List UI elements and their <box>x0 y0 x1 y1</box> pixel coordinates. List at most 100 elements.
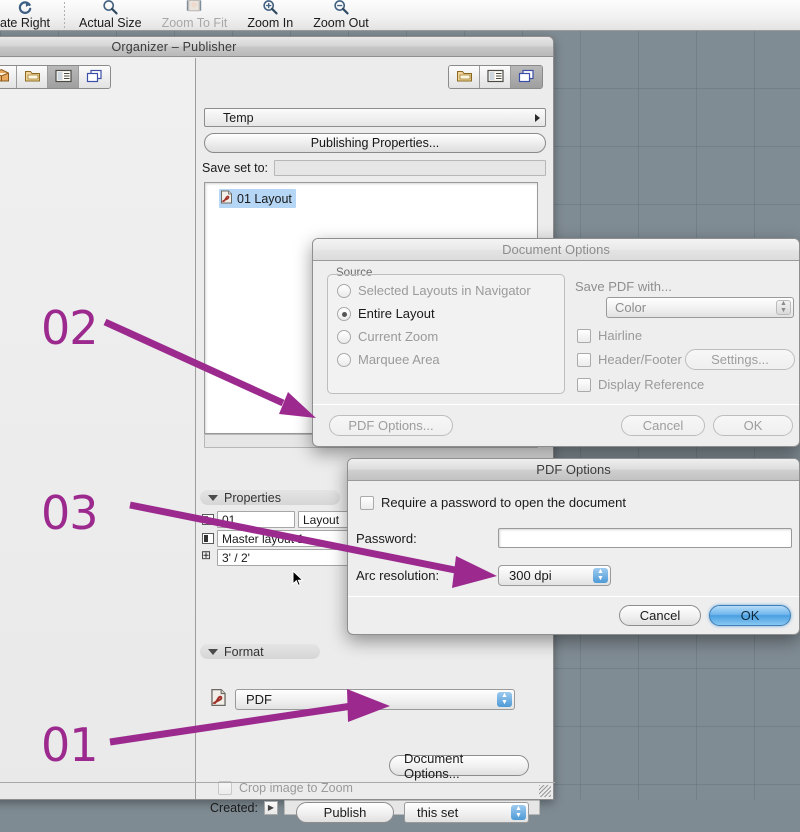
display-reference-checkbox[interactable] <box>577 377 591 392</box>
document-options-footer-divider <box>313 404 799 405</box>
header-footer-label: Header/Footer <box>598 352 682 367</box>
document-options-ok-button[interactable]: OK <box>713 415 793 436</box>
toolbar-button-actual-size[interactable]: Actual Size <box>69 0 152 30</box>
left-view-mode-segments[interactable] <box>0 65 111 89</box>
publish-scope-select[interactable]: this set ▲ ▼ <box>404 801 529 823</box>
color-select-visible[interactable]: Color ▲ ▼ <box>606 297 794 318</box>
arc-resolution-stepper[interactable]: ▲ ▼ <box>593 568 608 583</box>
radio-circle-current-zoom[interactable] <box>337 329 351 344</box>
properties-disclosure[interactable]: Properties <box>200 490 340 505</box>
list-item-label: 01 Layout <box>237 191 292 206</box>
display-reference-label: Display Reference <box>598 377 705 392</box>
organizer-left-pane: hortcut >>> ettings... <box>0 58 196 799</box>
stepper-up-icon: ▲ <box>501 691 508 699</box>
format-select-stepper[interactable]: ▲ ▼ <box>497 691 512 707</box>
segment-layers[interactable] <box>79 66 110 88</box>
magnifier-plus-icon <box>257 0 283 16</box>
color-select-value: Color <box>615 300 647 315</box>
property-kind-text: Layout <box>303 512 340 527</box>
hairline-checkbox[interactable] <box>577 328 591 343</box>
property-id-text: 01 <box>222 512 236 527</box>
pdf-file-icon-format <box>210 688 227 710</box>
segment-folder-right[interactable] <box>449 66 480 88</box>
document-options-titlebar[interactable]: Document Options <box>313 239 799 261</box>
document-options-cancel-button[interactable]: Cancel <box>621 415 705 436</box>
document-options-title: Document Options <box>502 242 610 257</box>
document-options-ok-label: OK <box>743 418 763 433</box>
radio-current-zoom[interactable]: Current Zoom <box>337 329 531 344</box>
toolbar-label-zoom-out: Zoom Out <box>313 16 369 30</box>
settings-button-label: Settings... <box>711 352 769 367</box>
color-select-stepper[interactable]: ▲ ▼ <box>776 300 791 315</box>
triangle-down-icon-format <box>208 648 218 655</box>
property-value-id[interactable]: 01 <box>217 511 295 528</box>
checkbox-hairline[interactable]: Hairline <box>577 328 642 343</box>
window-resize-grip[interactable] <box>539 785 551 797</box>
publish-scope-stepper[interactable]: ▲ ▼ <box>511 804 526 820</box>
format-header-label: Format <box>224 644 264 659</box>
document-options-button[interactable]: Document Options... <box>389 751 529 781</box>
segment-archive[interactable] <box>0 66 17 88</box>
layout-panel-icon <box>54 69 72 86</box>
list-item[interactable]: 01 Layout <box>219 189 296 208</box>
segment-folder[interactable] <box>17 66 48 88</box>
header-footer-checkbox[interactable] <box>577 352 591 367</box>
radio-label-current-zoom: Current Zoom <box>358 329 439 344</box>
radio-label-selected-layouts: Selected Layouts in Navigator <box>358 283 531 298</box>
property-size-text: 3' / 2' <box>222 550 250 565</box>
set-popup[interactable]: Temp <box>204 108 546 127</box>
toolbar-label-actual-size: Actual Size <box>79 16 142 30</box>
toolbar-button-rotate-right[interactable]: ate Right <box>0 0 60 30</box>
arc-resolution-select[interactable]: 300 dpi ▲ ▼ <box>498 565 611 586</box>
folder-icon-right <box>456 68 473 86</box>
archive-box-icon <box>0 68 10 86</box>
triangle-down-icon-properties <box>208 494 218 501</box>
settings-button-visible[interactable]: Settings... <box>685 349 795 370</box>
format-row: PDF ▲ ▼ <box>210 688 515 710</box>
require-password-checkbox[interactable] <box>360 495 374 510</box>
stepper-down-icon-color: ▼ <box>780 307 787 314</box>
pdf-options-button[interactable]: PDF Options... <box>329 415 453 436</box>
radio-circle-marquee-area[interactable] <box>337 352 351 367</box>
radio-circle-entire-layout[interactable] <box>337 306 351 321</box>
pdf-options-button-label: PDF Options... <box>348 418 434 433</box>
left-pane-bottom-divider <box>0 782 196 783</box>
source-options: Selected Layouts in Navigator Entire Lay… <box>337 283 531 367</box>
pdf-options-cancel-label: Cancel <box>639 608 681 623</box>
segment-layers-right[interactable] <box>511 66 542 88</box>
toolbar-button-zoom-out[interactable]: Zoom Out <box>303 0 379 30</box>
checkbox-display-reference[interactable]: Display Reference <box>577 377 704 392</box>
pdf-options-ok-label: OK <box>740 608 760 623</box>
password-input[interactable] <box>498 528 792 548</box>
segment-layout-panel-right[interactable] <box>480 66 511 88</box>
document-options-cancel-label: Cancel <box>642 418 684 433</box>
format-disclosure[interactable]: Format <box>200 644 320 659</box>
layout-icon <box>202 514 214 525</box>
format-select[interactable]: PDF ▲ ▼ <box>235 688 515 710</box>
segment-layout-panel[interactable] <box>48 66 79 88</box>
checkbox-header-footer[interactable]: Header/Footer <box>577 352 682 367</box>
require-password-row[interactable]: Require a password to open the document <box>360 495 626 510</box>
right-view-mode-segments[interactable] <box>448 65 543 89</box>
toolbar-button-zoom-in[interactable]: Zoom In <box>237 0 303 30</box>
rotate-right-icon <box>12 0 38 16</box>
pdf-options-ok-button[interactable]: OK <box>709 605 791 626</box>
radio-entire-layout[interactable]: Entire Layout <box>337 306 531 321</box>
pdf-options-cancel-button[interactable]: Cancel <box>619 605 701 626</box>
right-pane-bottom-divider <box>196 782 555 783</box>
radio-marquee-area[interactable]: Marquee Area <box>337 352 531 367</box>
radio-label-entire-layout: Entire Layout <box>358 306 435 321</box>
radio-circle-selected-layouts[interactable] <box>337 283 351 298</box>
pdf-options-titlebar[interactable]: PDF Options <box>348 459 799 481</box>
publish-button-label: Publish <box>323 804 367 820</box>
toolbar-button-zoom-to-fit[interactable]: Zoom To Fit <box>152 0 238 30</box>
document-options-dialog: Document Options Source Selected Layouts… <box>312 238 800 447</box>
layers-icon <box>86 69 103 86</box>
publishing-properties-button[interactable]: Publishing Properties... <box>204 133 546 153</box>
save-set-to-field[interactable] <box>274 160 546 176</box>
radio-selected-layouts[interactable]: Selected Layouts in Navigator <box>337 283 531 298</box>
publish-button[interactable]: Publish <box>296 801 394 823</box>
stepper-down-icon-arc: ▼ <box>597 575 604 582</box>
password-label: Password: <box>356 530 417 546</box>
organizer-titlebar[interactable]: Organizer – Publisher <box>0 37 553 57</box>
